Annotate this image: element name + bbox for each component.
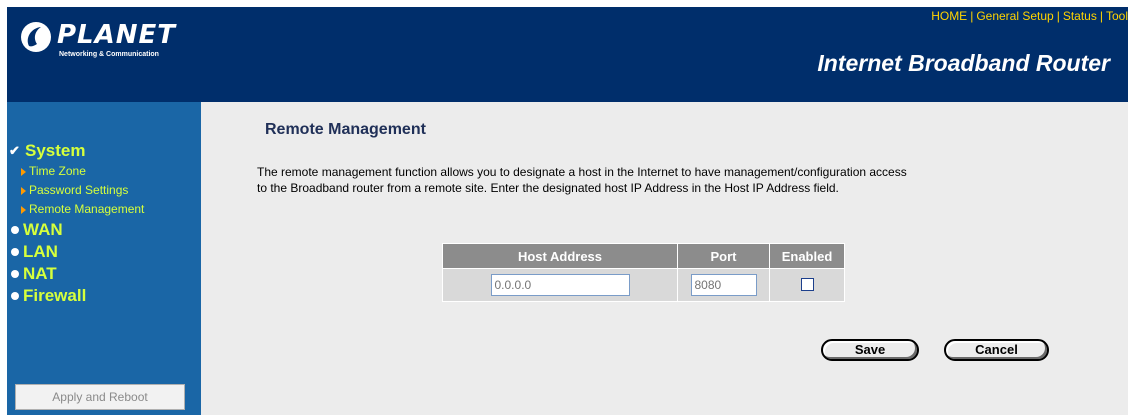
- table-row: [443, 269, 844, 301]
- nav-status[interactable]: Status: [1063, 9, 1097, 23]
- nav-separator: |: [1099, 9, 1103, 23]
- menu-firewall-label: Firewall: [23, 286, 87, 305]
- nav-separator: |: [970, 9, 974, 23]
- submenu-time-zone[interactable]: Time Zone: [9, 162, 144, 181]
- port-cell: [678, 269, 769, 301]
- nav-tool[interactable]: Tool: [1106, 9, 1128, 23]
- host-address-input[interactable]: [490, 274, 630, 296]
- nav-home[interactable]: HOME: [931, 9, 967, 23]
- planet-logo: PLANET Networking & Communication: [19, 20, 184, 60]
- arrow-right-icon: [21, 186, 26, 195]
- page-title: Remote Management: [265, 121, 426, 138]
- menu-firewall[interactable]: Firewall: [9, 285, 144, 307]
- bullet-icon: [11, 292, 19, 300]
- cancel-button[interactable]: Cancel: [944, 339, 1049, 361]
- product-title: Internet Broadband Router: [817, 50, 1110, 76]
- port-input[interactable]: [690, 274, 757, 296]
- description-line-2: to the Broadband router from a remote si…: [257, 181, 839, 195]
- bullet-icon: [11, 248, 19, 256]
- menu-wan[interactable]: WAN: [9, 219, 144, 241]
- menu-nat[interactable]: NAT: [9, 263, 144, 285]
- nav-general-setup[interactable]: General Setup: [976, 9, 1053, 23]
- header: PLANET Networking & Communication HOME | G…: [7, 7, 1128, 102]
- description-line-1: The remote management function allows yo…: [257, 165, 907, 179]
- planet-logo-icon: [21, 22, 51, 52]
- bullet-icon: [11, 270, 19, 278]
- arrow-right-icon: [21, 205, 26, 214]
- menu-system-group: ✔ System Time Zone Password Settings Rem…: [9, 140, 144, 307]
- menu-wan-label: WAN: [23, 220, 63, 239]
- menu-system-label: System: [25, 141, 86, 160]
- menu-lan[interactable]: LAN: [9, 241, 144, 263]
- apply-and-reboot-button[interactable]: Apply and Reboot: [15, 384, 185, 410]
- host-address-cell: [443, 269, 677, 301]
- arrow-right-icon: [21, 167, 26, 176]
- header-host-address: Host Address: [443, 244, 677, 268]
- main-content: Remote Management The remote management …: [201, 102, 1128, 415]
- menu-nat-label: NAT: [23, 264, 57, 283]
- logo-text: PLANET: [57, 20, 177, 50]
- header-enabled: Enabled: [770, 244, 844, 268]
- submenu-password-settings[interactable]: Password Settings: [9, 181, 144, 200]
- logo-subtitle: Networking & Communication: [59, 51, 159, 58]
- enabled-checkbox[interactable]: [800, 278, 814, 292]
- nav-separator: |: [1056, 9, 1060, 23]
- submenu-remote-management[interactable]: Remote Management: [9, 200, 144, 219]
- submenu-label: Password Settings: [29, 183, 129, 197]
- page-description: The remote management function allows yo…: [257, 164, 1057, 196]
- submenu-label: Remote Management: [29, 202, 145, 216]
- save-button[interactable]: Save: [821, 339, 919, 361]
- top-nav: HOME | General Setup | Status | Tool: [931, 9, 1128, 23]
- header-port: Port: [678, 244, 769, 268]
- remote-management-table: Host Address Port Enabled: [442, 243, 845, 302]
- menu-lan-label: LAN: [23, 242, 58, 261]
- menu-system[interactable]: ✔ System: [9, 140, 144, 162]
- enabled-cell: [770, 269, 844, 301]
- checkmark-icon: ✔: [9, 143, 20, 158]
- submenu-label: Time Zone: [29, 164, 86, 178]
- sidebar: ✔ System Time Zone Password Settings Rem…: [7, 102, 201, 415]
- bullet-icon: [11, 226, 19, 234]
